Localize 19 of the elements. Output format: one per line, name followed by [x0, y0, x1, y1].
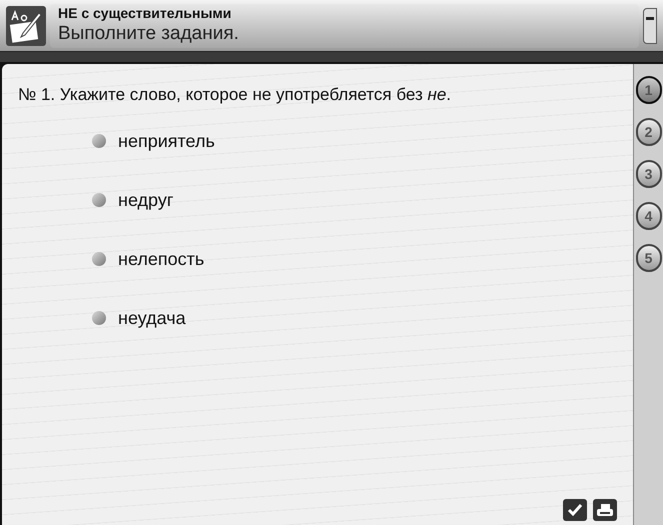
task-number-button[interactable]: 1 — [636, 76, 662, 104]
pencil-letters-icon — [6, 6, 46, 46]
answer-option[interactable]: неудача — [92, 304, 186, 332]
answer-option[interactable]: недруг — [92, 186, 174, 214]
answer-option[interactable]: неприятель — [92, 128, 215, 154]
printer-icon — [596, 503, 614, 517]
task-number-button[interactable]: 5 — [636, 244, 662, 272]
check-button[interactable] — [563, 499, 587, 521]
task-number-button[interactable]: 4 — [636, 202, 662, 230]
answer-option[interactable]: нелепость — [92, 246, 204, 272]
task-number-button[interactable]: 3 — [636, 160, 662, 188]
task-number-button[interactable]: 2 — [636, 118, 662, 146]
minimize-icon — [646, 16, 654, 20]
question-text: № 1. Укажите слово, которое не употребляется без не. — [18, 84, 452, 106]
print-button[interactable] — [593, 499, 617, 521]
checkmark-icon — [567, 503, 583, 517]
header-title: НЕ с существительными — [58, 4, 232, 22]
header-subtitle: Выполните задания. — [58, 22, 240, 46]
minimize-button[interactable] — [643, 8, 657, 44]
